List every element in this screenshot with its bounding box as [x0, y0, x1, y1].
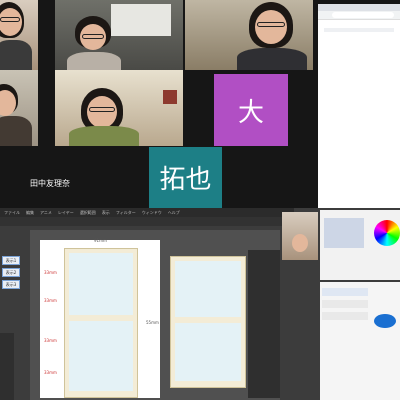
- menu-select[interactable]: 選択範囲: [80, 210, 96, 216]
- participant-body: [67, 52, 121, 70]
- browser-toolbar: [318, 11, 400, 20]
- video-conference: 大 田中友理奈 拓也: [0, 0, 318, 208]
- page-content: [324, 28, 394, 32]
- avatar-initial: 大: [237, 97, 264, 128]
- participant-face: [292, 234, 308, 252]
- participant-face: [255, 10, 287, 44]
- card-back: [69, 321, 133, 391]
- menu-help[interactable]: ヘルプ: [168, 210, 180, 216]
- layer-row[interactable]: [322, 288, 368, 296]
- card-sheet: [64, 248, 138, 398]
- participant-video-5[interactable]: [55, 70, 183, 146]
- navigator-panel[interactable]: [248, 250, 280, 398]
- menu-layer[interactable]: レイヤー: [58, 210, 74, 216]
- address-bar[interactable]: [332, 12, 394, 18]
- participant-avatar-teal[interactable]: 拓也: [149, 147, 222, 208]
- view-button-1[interactable]: 表示1: [2, 256, 20, 265]
- participant-avatar-purple[interactable]: 大: [214, 74, 288, 146]
- participant-video-1[interactable]: [0, 0, 38, 70]
- glasses-icon: [82, 34, 104, 39]
- document-page[interactable]: 91mm 33mm 33mm 33mm 33mm 55mm: [40, 238, 160, 398]
- menu-anim[interactable]: アニメ: [40, 210, 52, 216]
- menu-window[interactable]: ウィンドウ: [142, 210, 162, 216]
- color-wheel-panel[interactable]: [320, 210, 400, 280]
- menu-bar: ファイル 編集 アニメ レイヤー 選択範囲 表示 フィルター ウィンドウ ヘルプ: [0, 208, 294, 217]
- participant-video-4[interactable]: [0, 70, 38, 146]
- menu-edit[interactable]: 編集: [26, 210, 34, 216]
- wall-picture: [163, 90, 177, 104]
- tool-options-bar[interactable]: [0, 217, 290, 226]
- layer-row[interactable]: [322, 300, 368, 308]
- brush-preview: [374, 314, 396, 328]
- menu-filter[interactable]: フィルター: [116, 210, 136, 216]
- participant-body: [69, 126, 139, 146]
- layer-row[interactable]: [322, 312, 368, 320]
- participant-body: [237, 48, 307, 70]
- small-video-feed[interactable]: [282, 212, 318, 260]
- whiteboard: [111, 4, 171, 36]
- dimension-label: 91mm: [94, 238, 107, 243]
- card-front: [175, 261, 241, 317]
- color-wheel[interactable]: [374, 220, 400, 246]
- dimension-label: 55mm: [146, 320, 159, 325]
- menu-file[interactable]: ファイル: [4, 210, 20, 216]
- canvas-area[interactable]: 91mm 33mm 33mm 33mm 33mm 55mm: [30, 230, 280, 400]
- participant-face: [87, 96, 117, 128]
- view-button-3[interactable]: 表示3: [2, 280, 20, 289]
- participant-face: [0, 90, 16, 116]
- participant-video-2[interactable]: [55, 0, 183, 70]
- card-sheet-preview[interactable]: [170, 256, 246, 388]
- dimension-label: 33mm: [44, 298, 57, 303]
- tool-palette[interactable]: [0, 333, 14, 400]
- dimension-label: 33mm: [44, 370, 57, 375]
- menu-view[interactable]: 表示: [102, 210, 110, 216]
- browser-tab-bar[interactable]: [318, 4, 400, 11]
- drawing-app-window: ファイル 編集 アニメ レイヤー 選択範囲 表示 フィルター ウィンドウ ヘルプ…: [0, 208, 400, 400]
- participant-body: [0, 116, 32, 146]
- view-button-2[interactable]: 表示2: [2, 268, 20, 277]
- avatar-initial: 拓也: [159, 165, 212, 195]
- participant-video-3[interactable]: [185, 0, 313, 70]
- layer-panel[interactable]: [320, 282, 400, 400]
- dimension-label: 33mm: [44, 270, 57, 275]
- card-front: [69, 253, 133, 315]
- glasses-icon: [257, 22, 285, 27]
- color-preview: [324, 218, 364, 248]
- dimension-label: 33mm: [44, 338, 57, 343]
- glasses-icon: [89, 107, 115, 112]
- glasses-icon: [0, 17, 20, 22]
- card-back: [175, 323, 241, 381]
- participant-body: [0, 40, 32, 70]
- browser-window[interactable]: [318, 4, 400, 208]
- participant-name-label: 田中友理奈: [30, 179, 70, 188]
